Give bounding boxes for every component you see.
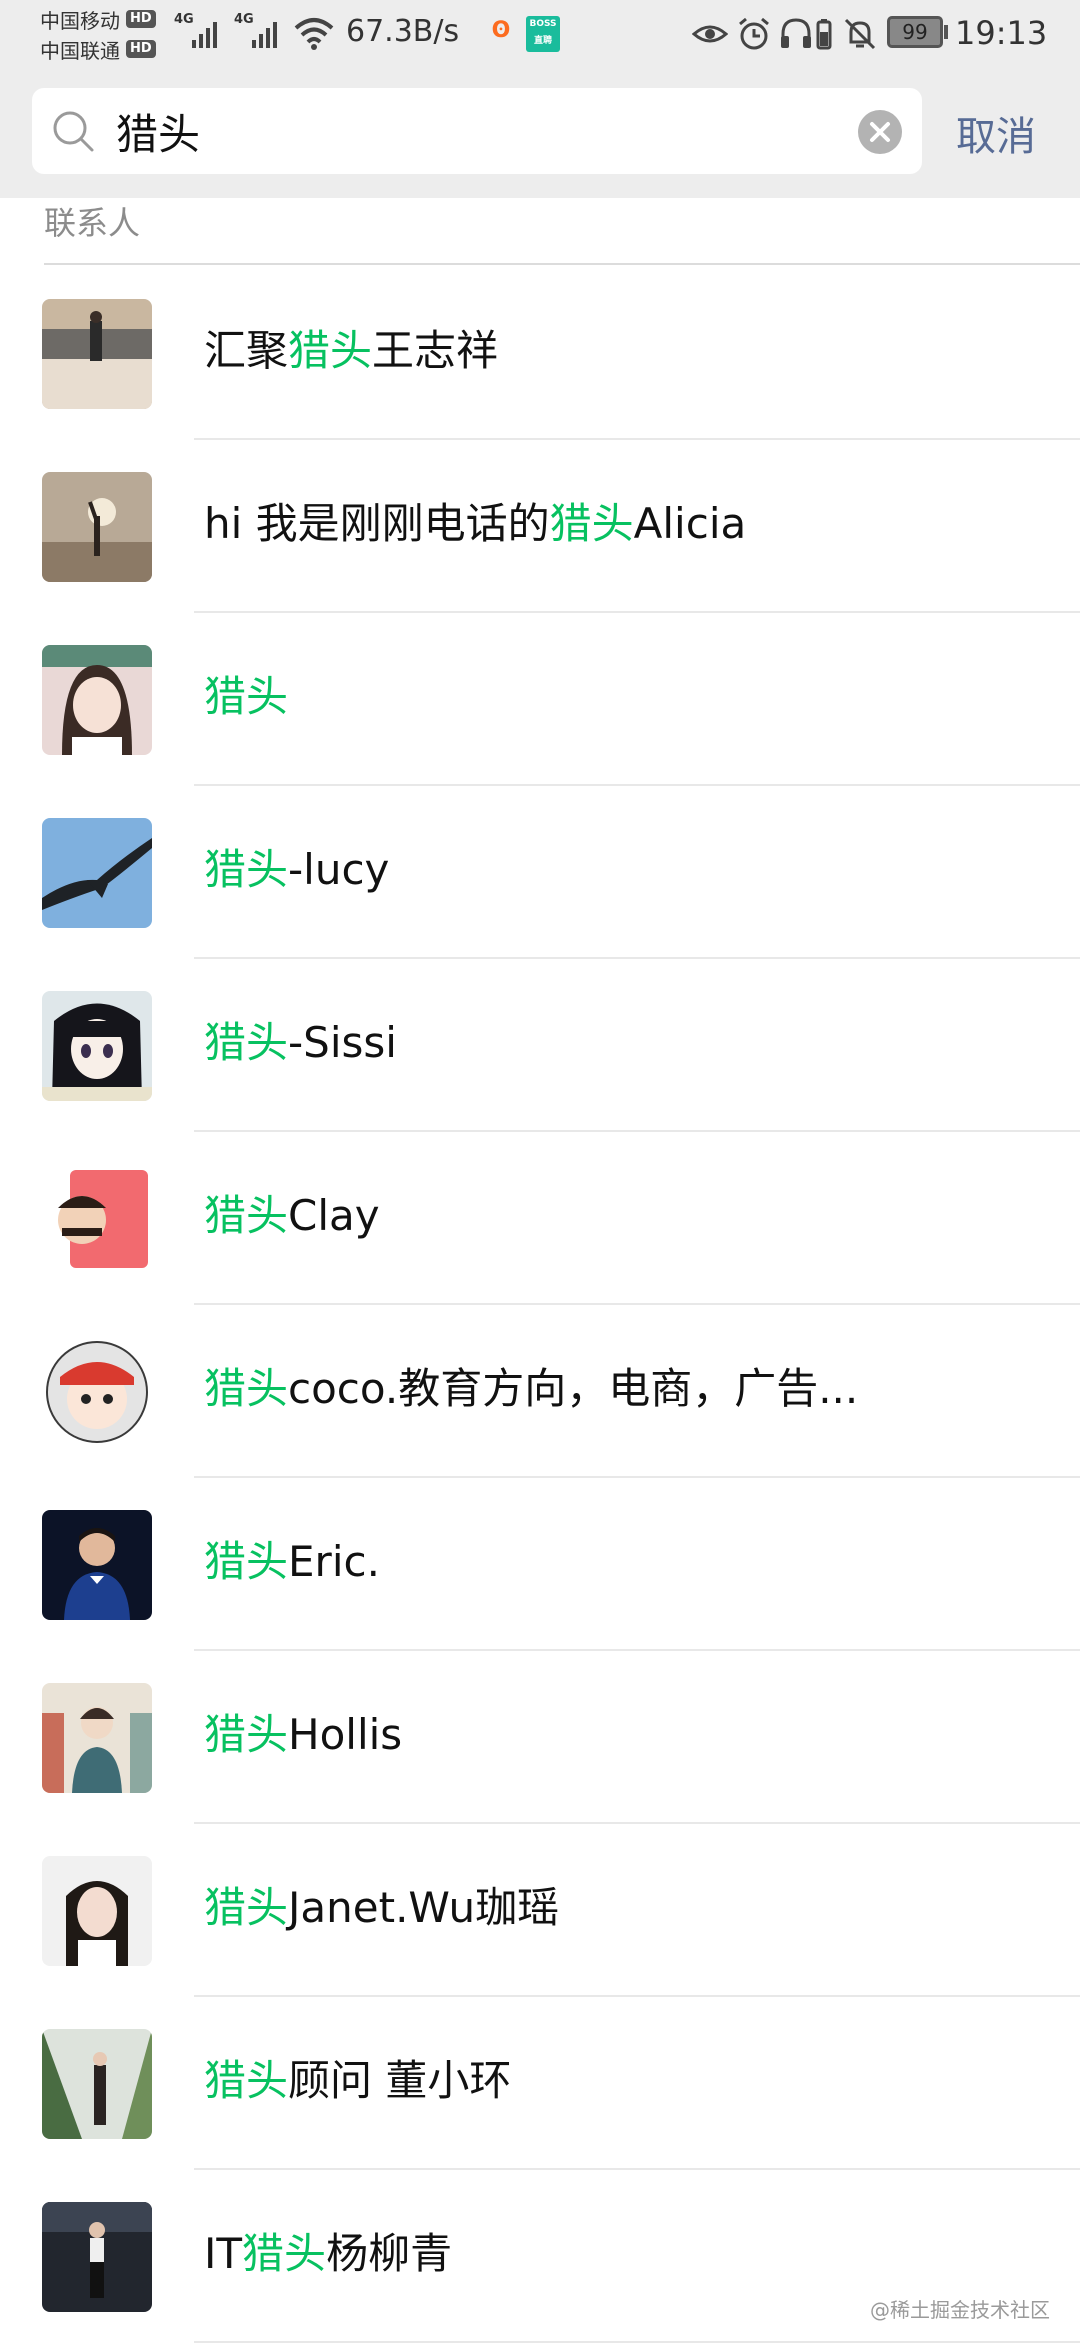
wifi-icon: [294, 18, 334, 50]
cancel-button[interactable]: 取消: [956, 104, 1036, 162]
contact-row[interactable]: 猎头-Sissi: [0, 959, 1080, 1132]
contacts-section-header: 联系人: [44, 198, 1080, 265]
contact-name: 猎头coco.教育方向，电商，广告...: [204, 1364, 859, 1413]
contact-name: hi 我是刚刚电话的猎头Alicia: [204, 499, 747, 548]
contact-row[interactable]: 猎头Janet.Wu珈瑶: [0, 1824, 1080, 1997]
section-title: 联系人: [44, 204, 141, 242]
watermark: @稀土掘金技术社区: [870, 2298, 1050, 2322]
hd-badge-1: HD: [126, 10, 156, 28]
carrier-name-1: 中国移动: [40, 8, 120, 33]
contact-name: IT猎头杨柳青: [204, 2229, 453, 2278]
contact-name: 汇聚猎头王志祥: [204, 326, 499, 375]
avatar: [42, 2202, 152, 2312]
search-box[interactable]: [32, 88, 922, 174]
headset-icon: [781, 18, 811, 48]
contact-name: 猎头: [204, 672, 289, 721]
vibrate-battery-icon: [816, 19, 832, 50]
net-speed: 67.3B/s: [346, 14, 460, 49]
battery-indicator: 99: [887, 16, 943, 48]
avatar: [42, 472, 152, 582]
contact-row[interactable]: hi 我是刚刚电话的猎头Alicia: [0, 440, 1080, 613]
contact-row[interactable]: 猎头: [0, 613, 1080, 786]
contact-name: 猎头Clay: [204, 1191, 380, 1240]
search-input[interactable]: [116, 104, 876, 158]
contact-name: 猎头Hollis: [204, 1710, 403, 1759]
alarm-icon: [739, 17, 769, 50]
avatar: [42, 991, 152, 1101]
status-time: 19:13: [955, 14, 1048, 52]
contact-name: 猎头顾问 董小环: [204, 2056, 512, 2105]
avatar: [42, 645, 152, 755]
clear-search-icon[interactable]: [858, 110, 902, 154]
avatar: [42, 818, 152, 928]
hd-badge-2: HD: [126, 40, 156, 58]
search-icon: [53, 111, 94, 152]
contact-row[interactable]: 猎头顾问 董小环: [0, 1997, 1080, 2170]
avatar: [42, 1337, 152, 1447]
contact-name: 猎头-lucy: [204, 845, 390, 894]
mute-bell-icon: [844, 18, 876, 50]
status-bar: 中国移动 HD 中国联通 HD 4G 4G 67.3B/s ʘ BOSS 直聘: [0, 0, 1080, 76]
boss-label-top: BOSS: [529, 19, 557, 29]
contact-row[interactable]: 汇聚猎头王志祥: [0, 267, 1080, 440]
contact-name: 猎头Janet.Wu珈瑶: [204, 1883, 560, 1932]
contact-row[interactable]: 猎头Clay: [0, 1132, 1080, 1305]
avatar: [42, 1683, 152, 1793]
contact-name: 猎头-Sissi: [204, 1018, 397, 1067]
battery-cap: [944, 25, 948, 39]
contact-result-list: 汇聚猎头王志祥 hi 我是刚刚电话的猎头Alicia 猎头 猎头-lucy 猎头…: [0, 267, 1080, 2343]
contact-row[interactable]: 猎头Eric.: [0, 1478, 1080, 1651]
avatar: [42, 2029, 152, 2139]
avatar: [42, 299, 152, 409]
carrier-name-2: 中国联通: [40, 38, 120, 63]
carrier-info: 中国移动 HD 中国联通 HD: [40, 4, 170, 64]
didi-app-icon: ʘ: [491, 18, 511, 43]
contact-row[interactable]: 猎头Hollis: [0, 1651, 1080, 1824]
eye-icon: [692, 25, 728, 43]
contact-row[interactable]: 猎头-lucy: [0, 786, 1080, 959]
avatar: [42, 1856, 152, 1966]
signal-icon-2: [252, 22, 277, 48]
boss-label-bottom: 直聘: [533, 36, 552, 46]
avatar: [42, 1510, 152, 1620]
contact-row[interactable]: 猎头coco.教育方向，电商，广告...: [0, 1305, 1080, 1478]
search-header: 取消: [0, 76, 1080, 198]
signal-icon-1: [192, 22, 217, 48]
contact-name: 猎头Eric.: [204, 1537, 380, 1586]
avatar: [42, 1164, 152, 1274]
boss-app-icon: BOSS 直聘: [526, 16, 560, 52]
